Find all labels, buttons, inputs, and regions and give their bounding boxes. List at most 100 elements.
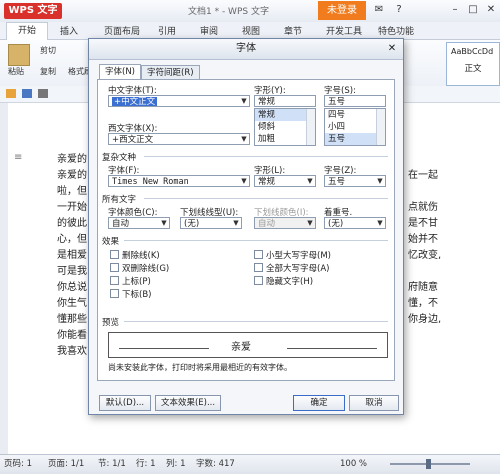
small-caps-label[interactable]: 小型大写字母(M) bbox=[266, 249, 331, 261]
all-caps-label[interactable]: 全部大写字母(A) bbox=[266, 262, 329, 274]
doc-line: 懂那些 bbox=[57, 314, 87, 325]
size-list[interactable]: 四号 小四 五号 bbox=[324, 108, 386, 146]
superscript-checkbox[interactable] bbox=[110, 276, 119, 285]
tab-font[interactable]: 字体(N) bbox=[99, 64, 141, 80]
west-font-select[interactable]: +西文正文 ▼ bbox=[108, 133, 250, 145]
tab-developer[interactable]: 开发工具 bbox=[326, 24, 362, 37]
tab-page-layout[interactable]: 页面布局 bbox=[104, 24, 140, 37]
double-strikethrough-label[interactable]: 双删除线(G) bbox=[122, 262, 169, 274]
close-icon[interactable]: ✕ bbox=[484, 3, 498, 17]
chevron-down-icon: ▼ bbox=[307, 177, 313, 185]
status-words[interactable]: 字数: 417 bbox=[196, 455, 235, 473]
style-normal[interactable]: AaBbCcDd 正文 bbox=[446, 42, 500, 86]
tab-character-spacing[interactable]: 字符间距(R) bbox=[141, 65, 200, 80]
divider bbox=[144, 198, 388, 199]
chevron-down-icon: ▼ bbox=[241, 177, 247, 185]
title-bar: WPS 文字 文档1 * - WPS 文字 未登录 ✉ ? – □ ✕ bbox=[0, 0, 500, 23]
doc-line: 我喜欢 bbox=[57, 346, 87, 357]
tab-section[interactable]: 章节 bbox=[284, 24, 302, 37]
complex-font-select[interactable]: Times New Roman ▼ bbox=[108, 175, 250, 187]
close-icon[interactable]: ✕ bbox=[385, 42, 399, 56]
strikethrough-label[interactable]: 删除线(K) bbox=[122, 249, 160, 261]
complex-size-value: 五号 bbox=[328, 177, 346, 187]
dialog-panel: 中文字体(T): +中文正文 ▼ 字形(Y): 常规 常规 倾斜 加粗 字号(S… bbox=[97, 79, 395, 381]
tab-start[interactable]: 开始 bbox=[6, 22, 48, 40]
tab-features[interactable]: 特色功能 bbox=[378, 24, 414, 37]
doc-line-right: 你身边, bbox=[408, 314, 442, 325]
subscript-checkbox[interactable] bbox=[110, 289, 119, 298]
status-pages: 页面: 1/1 bbox=[48, 459, 85, 469]
complex-size-select[interactable]: 五号 ▼ bbox=[324, 175, 386, 187]
status-col: 列: 1 bbox=[166, 459, 186, 469]
text-effects-button[interactable]: 文本效果(E)... bbox=[155, 395, 221, 411]
status-page[interactable]: 页码: 1 bbox=[4, 455, 32, 473]
skin-icon[interactable]: ✉ bbox=[372, 3, 386, 17]
subscript-label[interactable]: 下标(B) bbox=[122, 288, 151, 300]
save-icon[interactable] bbox=[22, 89, 32, 98]
doc-line: 是相爱 bbox=[57, 250, 87, 261]
print-icon[interactable] bbox=[38, 89, 48, 98]
help-icon[interactable]: ? bbox=[392, 3, 406, 17]
underline-select[interactable]: (无) ▼ bbox=[180, 217, 242, 229]
default-button[interactable]: 默认(D)... bbox=[99, 395, 151, 411]
small-caps-checkbox[interactable] bbox=[254, 250, 263, 259]
tab-review[interactable]: 审阅 bbox=[200, 24, 218, 37]
vertical-ruler bbox=[0, 103, 8, 454]
zoom-level[interactable]: 100 % bbox=[340, 455, 367, 473]
zoom-slider-thumb[interactable] bbox=[426, 459, 431, 469]
all-caps-checkbox[interactable] bbox=[254, 263, 263, 272]
copy-button[interactable]: 复制 bbox=[40, 66, 56, 77]
cut-button[interactable]: 剪切 bbox=[40, 45, 56, 56]
paste-icon[interactable] bbox=[8, 44, 30, 66]
paste-label[interactable]: 粘贴 bbox=[8, 66, 24, 77]
preview-baseline bbox=[287, 348, 377, 349]
login-button[interactable]: 未登录 bbox=[318, 1, 366, 20]
preview-box: 亲爱 bbox=[108, 332, 388, 358]
minimize-icon[interactable]: – bbox=[448, 3, 462, 17]
document-tab[interactable]: 文档1 * - WPS 文字 bbox=[188, 4, 269, 17]
doc-line-right: 始并不 bbox=[408, 234, 438, 245]
app-logo[interactable]: WPS 文字 bbox=[4, 3, 62, 19]
divider bbox=[124, 240, 388, 241]
cn-font-value: +中文正文 bbox=[112, 97, 158, 107]
font-color-select[interactable]: 自动 ▼ bbox=[108, 217, 170, 229]
scrollbar[interactable] bbox=[376, 109, 385, 145]
font-note: 尚未安装此字体，打印时将采用最相近的有效字体。 bbox=[108, 363, 292, 372]
style-name: 正文 bbox=[464, 64, 482, 74]
font-dialog: 字体 ✕ 字体(N) 字符间距(R) 中文字体(T): +中文正文 ▼ 字形(Y… bbox=[88, 38, 404, 415]
maximize-icon[interactable]: □ bbox=[466, 3, 480, 17]
doc-line: 你总说 bbox=[57, 282, 87, 293]
size-input[interactable]: 五号 bbox=[324, 95, 386, 107]
doc-line: 你能看 bbox=[57, 330, 87, 341]
hidden-text-checkbox[interactable] bbox=[254, 276, 263, 285]
scrollbar[interactable] bbox=[306, 109, 315, 145]
open-icon[interactable] bbox=[6, 89, 16, 98]
tab-references[interactable]: 引用 bbox=[158, 24, 176, 37]
doc-line-right: 在一起 bbox=[408, 170, 438, 181]
cn-font-select[interactable]: +中文正文 ▼ bbox=[108, 95, 250, 107]
chevron-down-icon: ▼ bbox=[241, 135, 247, 143]
complex-style-select[interactable]: 常规 ▼ bbox=[254, 175, 316, 187]
emphasis-select[interactable]: (无) ▼ bbox=[324, 217, 386, 229]
doc-line-right: 点就伤 bbox=[408, 202, 438, 213]
doc-line-right: 忆改变, bbox=[408, 250, 442, 261]
style-input[interactable]: 常规 bbox=[254, 95, 316, 107]
status-section: 节: 1/1 bbox=[98, 459, 126, 469]
chevron-down-icon: ▼ bbox=[377, 177, 383, 185]
section-all-text: 所有文字 bbox=[102, 195, 137, 205]
tab-view[interactable]: 视图 bbox=[242, 24, 260, 37]
strikethrough-checkbox[interactable] bbox=[110, 250, 119, 259]
underline-value: (无) bbox=[184, 219, 200, 229]
section-complex: 复杂文种 bbox=[102, 153, 137, 163]
superscript-label[interactable]: 上标(P) bbox=[122, 275, 151, 287]
emphasis-value: (无) bbox=[328, 219, 344, 229]
cancel-button[interactable]: 取消 bbox=[349, 395, 399, 411]
chevron-down-icon: ▼ bbox=[241, 97, 247, 105]
ok-button[interactable]: 确定 bbox=[293, 395, 345, 411]
doc-line-right: 府随意 bbox=[408, 282, 438, 293]
double-strikethrough-checkbox[interactable] bbox=[110, 263, 119, 272]
doc-line-right: 是不甘 bbox=[408, 218, 438, 229]
style-list[interactable]: 常规 倾斜 加粗 bbox=[254, 108, 316, 146]
tab-insert[interactable]: 插入 bbox=[60, 24, 78, 37]
hidden-text-label[interactable]: 隐藏文字(H) bbox=[266, 275, 313, 287]
